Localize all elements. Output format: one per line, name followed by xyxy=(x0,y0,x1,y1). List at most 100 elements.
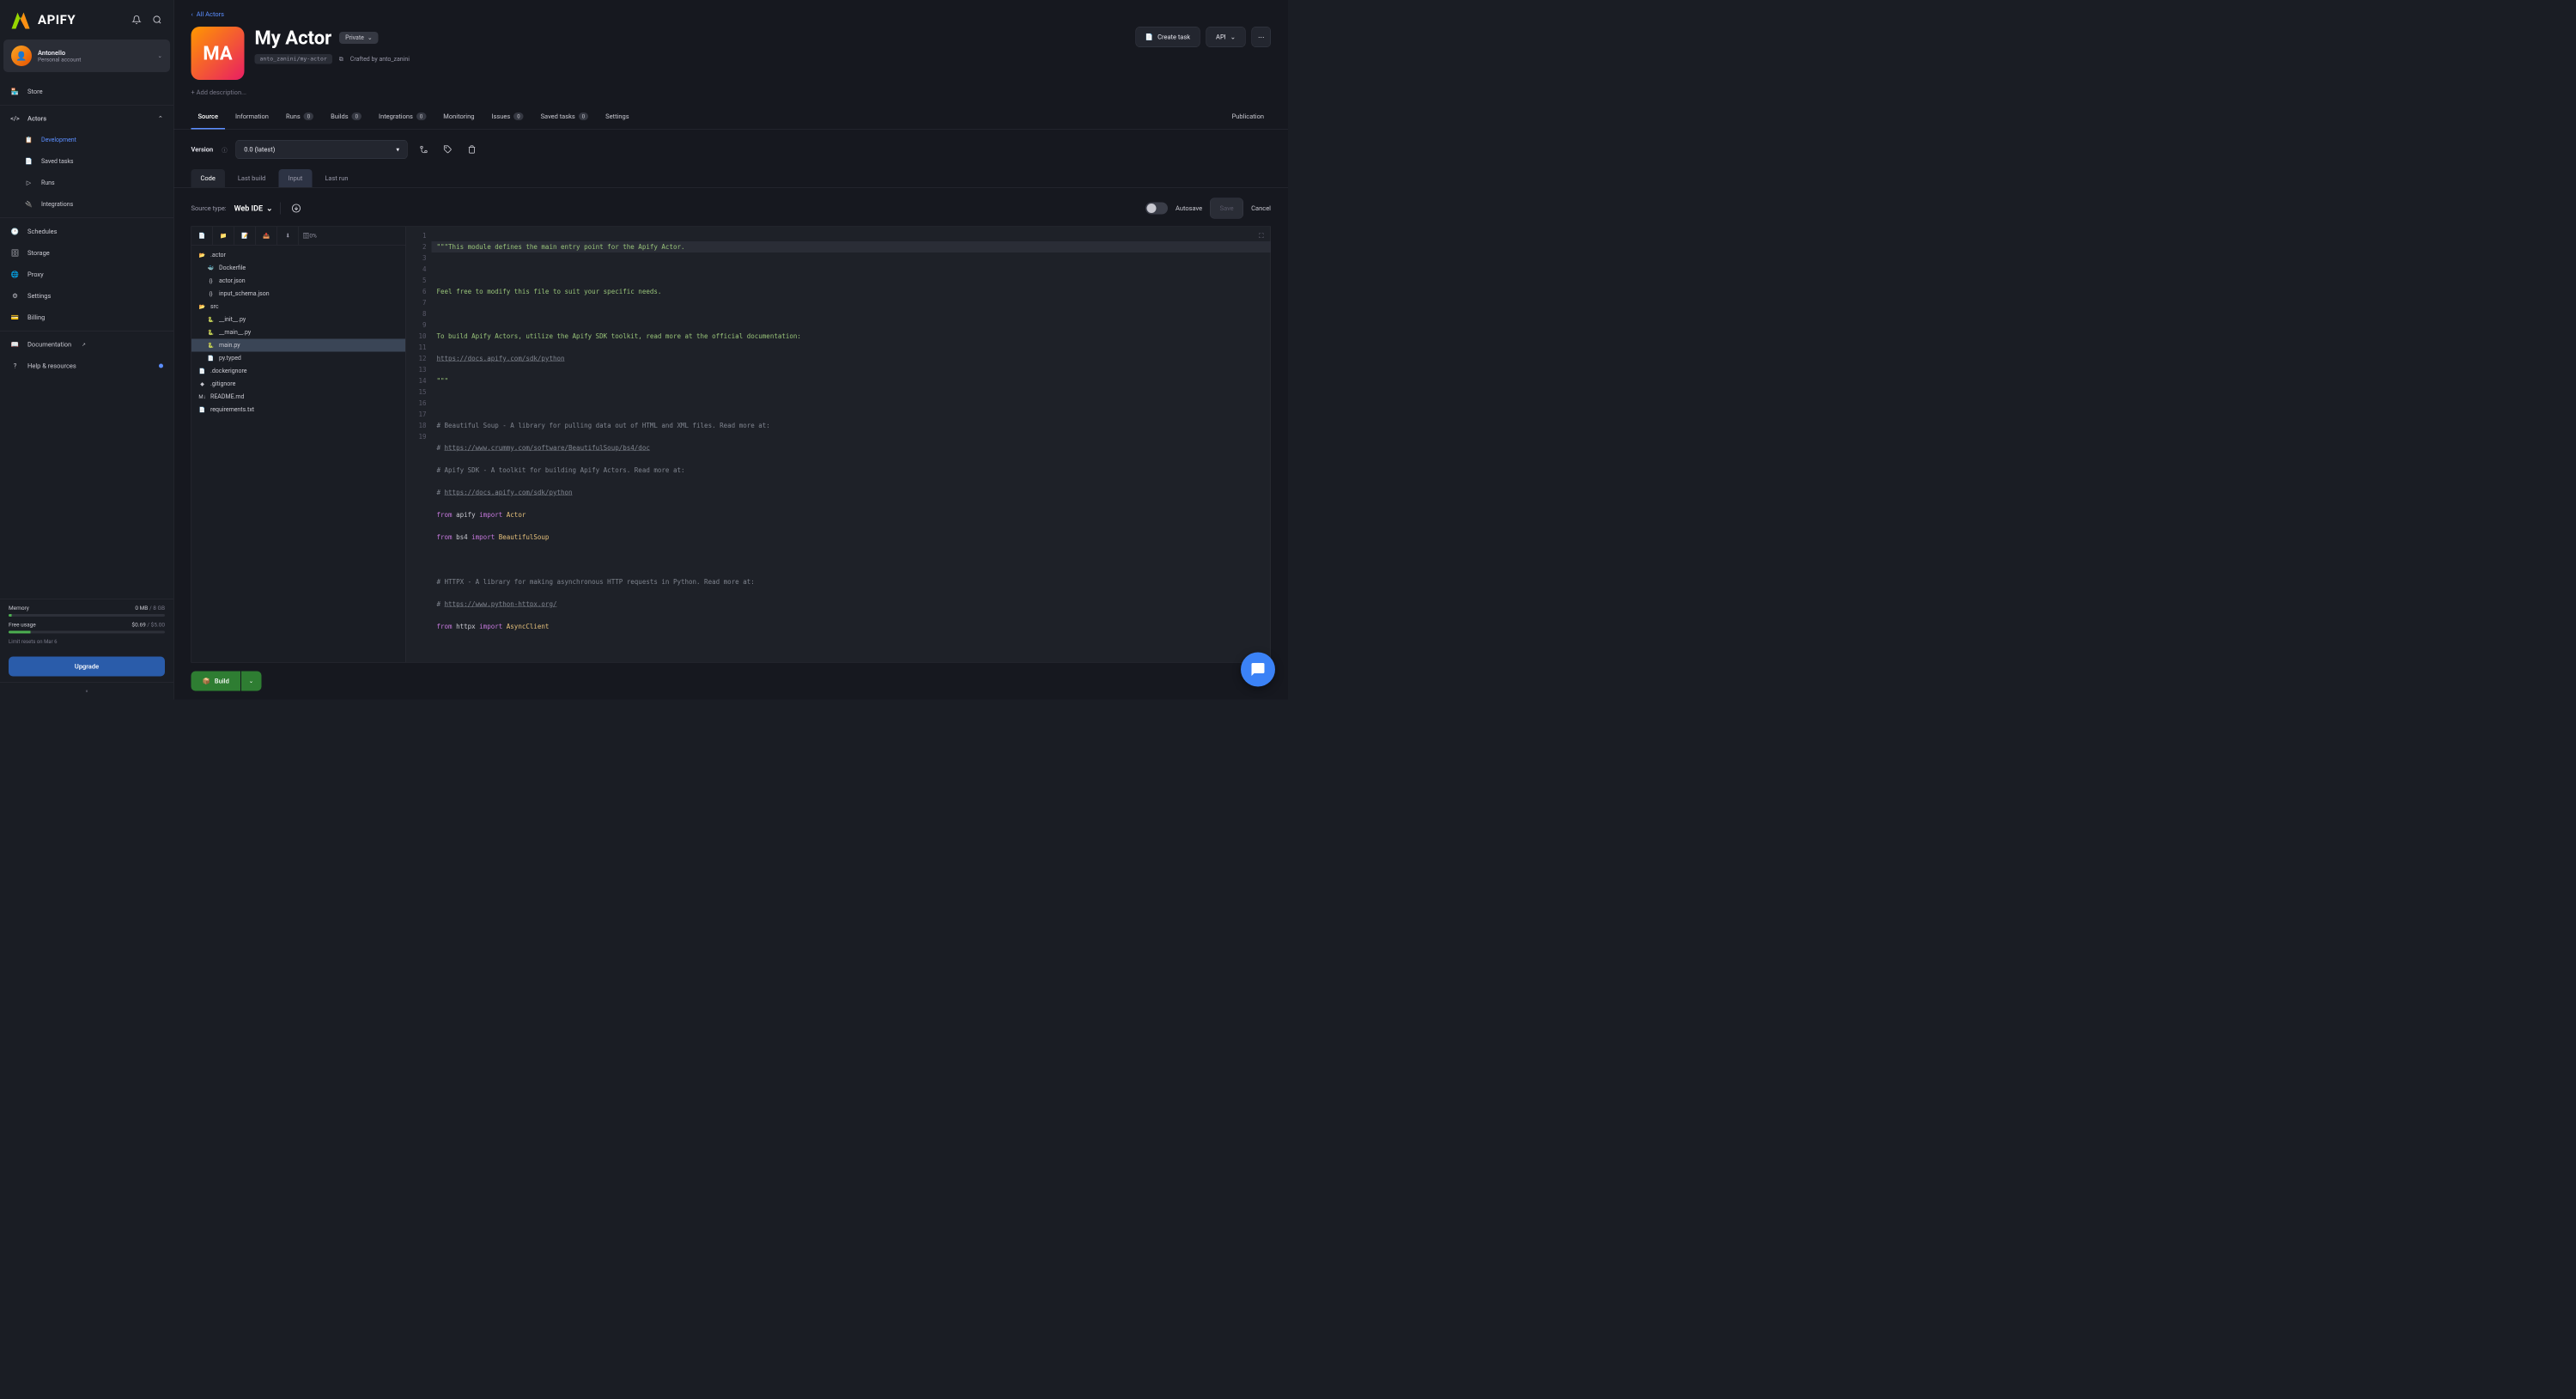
tab-integrations[interactable]: Integrations0 xyxy=(372,105,433,130)
python-icon: 🐍 xyxy=(207,316,215,324)
file-typed[interactable]: 📄py.typed xyxy=(191,352,405,365)
expand-icon[interactable]: ⛶ xyxy=(1259,232,1263,240)
nav-proxy[interactable]: 🌐Proxy xyxy=(0,264,173,285)
download-file-icon[interactable]: ⬇ xyxy=(277,227,299,245)
nav-integrations[interactable]: 🔌Integrations xyxy=(0,194,173,216)
store-icon: 🏪 xyxy=(10,87,20,96)
download-icon[interactable] xyxy=(289,201,304,216)
search-icon[interactable] xyxy=(149,12,165,27)
chat-bubble[interactable] xyxy=(1241,653,1275,687)
chevron-left-icon: ‹ xyxy=(191,10,193,18)
actor-title: My Actor xyxy=(255,27,332,49)
tabs: Source Information Runs0 Builds0 Integra… xyxy=(174,105,1289,130)
cancel-button[interactable]: Cancel xyxy=(1251,204,1271,212)
new-file-icon[interactable]: 📄 xyxy=(191,227,213,245)
tab-settings[interactable]: Settings xyxy=(598,105,635,130)
version-bar: Version ⓘ 0.0 (latest)▾ xyxy=(174,130,1289,169)
file-init[interactable]: 🐍__init__.py xyxy=(191,313,405,326)
actor-slug: anto_zanini/my-actor xyxy=(255,54,332,64)
tab-monitoring[interactable]: Monitoring xyxy=(436,105,481,130)
tag-icon[interactable] xyxy=(440,142,456,157)
source-type-select[interactable]: Web IDE ⌄ xyxy=(234,204,273,213)
file-panel: 📄 📁 📝 📤 ⬇ 🗄 0% 📂.actor 🐳Dockerfile {}act… xyxy=(191,227,406,663)
file-main2[interactable]: 🐍__main__.py xyxy=(191,326,405,339)
folder-src[interactable]: 📂src xyxy=(191,301,405,313)
file-gitignore[interactable]: ◆.gitignore xyxy=(191,378,405,391)
nav-store[interactable]: 🏪Store xyxy=(0,81,173,102)
nav-actors[interactable]: </>Actors⌃ xyxy=(0,108,173,130)
help-icon[interactable]: ⓘ xyxy=(222,145,228,154)
dots-icon: ⋯ xyxy=(1258,33,1265,41)
tab-issues[interactable]: Issues0 xyxy=(484,105,530,130)
nav-settings[interactable]: ⚙Settings xyxy=(0,285,173,307)
copy-icon[interactable]: ⧉ xyxy=(339,56,343,63)
python-icon: 🐍 xyxy=(207,329,215,337)
build-button[interactable]: 📦Build xyxy=(191,672,240,691)
tab-publication[interactable]: Publication xyxy=(1225,105,1271,130)
avatar: 👤 xyxy=(11,46,32,66)
tab-source[interactable]: Source xyxy=(191,105,225,130)
clock-icon: 🕐 xyxy=(10,227,20,236)
save-button[interactable]: Save xyxy=(1210,198,1243,219)
nav-docs[interactable]: 📖Documentation↗ xyxy=(0,334,173,356)
sidebar-header: APIFY xyxy=(0,0,173,40)
tab-runs[interactable]: Runs0 xyxy=(279,105,320,130)
file-tree: 📂.actor 🐳Dockerfile {}actor.json {}input… xyxy=(191,246,406,663)
file-input-schema[interactable]: {}input_schema.json xyxy=(191,288,405,301)
autosave-label: Autosave xyxy=(1176,204,1202,212)
source-type-label: Source type: xyxy=(191,204,227,212)
nav-storage[interactable]: 🗄Storage xyxy=(0,242,173,264)
tab-information[interactable]: Information xyxy=(228,105,276,130)
file-readme[interactable]: M↓README.md xyxy=(191,391,405,404)
file-actor-json[interactable]: {}actor.json xyxy=(191,275,405,288)
subtab-input[interactable]: Input xyxy=(278,169,312,187)
autosave-toggle[interactable] xyxy=(1145,203,1168,215)
nav-development[interactable]: 📋Development xyxy=(0,130,173,151)
add-description[interactable]: + Add description... xyxy=(174,88,1289,105)
file-icon: 📄 xyxy=(198,406,206,414)
new-folder-icon[interactable]: 📁 xyxy=(213,227,234,245)
git-icon: ◆ xyxy=(198,380,206,388)
nav-saved-tasks[interactable]: 📄Saved tasks xyxy=(0,151,173,173)
nav-help[interactable]: ?Help & resources xyxy=(0,356,173,377)
bell-icon[interactable] xyxy=(129,12,144,27)
file-dockerignore[interactable]: 📄.dockerignore xyxy=(191,365,405,378)
collapse-sidebar-button[interactable]: « xyxy=(0,683,173,700)
main: ‹All Actors MA My Actor Private ⌄ anto_z… xyxy=(174,0,1289,700)
file-main[interactable]: 🐍main.py xyxy=(191,339,405,352)
version-select[interactable]: 0.0 (latest)▾ xyxy=(236,140,408,159)
account-switcher[interactable]: 👤 Antonello Personal account ⌄ xyxy=(3,40,170,72)
breadcrumb-back[interactable]: ‹All Actors xyxy=(191,10,225,18)
code-editor[interactable]: 12345678910111213141516171819 """This mo… xyxy=(406,227,1272,663)
create-task-button[interactable]: 📄Create task xyxy=(1135,27,1200,47)
branch-icon[interactable] xyxy=(416,142,432,157)
help-icon: ? xyxy=(10,362,20,371)
subtab-last-build[interactable]: Last build xyxy=(228,169,276,187)
rename-icon[interactable]: 📝 xyxy=(234,227,256,245)
chevron-down-icon: ⌄ xyxy=(1230,33,1236,41)
external-link-icon: ↗ xyxy=(82,342,86,348)
file-requirements[interactable]: 📄requirements.txt xyxy=(191,404,405,417)
file-dockerfile[interactable]: 🐳Dockerfile xyxy=(191,262,405,275)
subtab-last-run[interactable]: Last run xyxy=(315,169,357,187)
api-button[interactable]: API⌄ xyxy=(1206,27,1246,47)
upgrade-button[interactable]: Upgrade xyxy=(9,657,165,677)
tab-builds[interactable]: Builds0 xyxy=(324,105,368,130)
privacy-badge[interactable]: Private ⌄ xyxy=(339,32,379,44)
logo[interactable]: APIFY xyxy=(9,8,76,32)
file-icon: 📄 xyxy=(198,368,206,375)
version-label: Version xyxy=(191,146,214,154)
build-dropdown[interactable]: ⌄ xyxy=(241,672,261,691)
trash-icon[interactable] xyxy=(465,142,480,157)
folder-actor[interactable]: 📂.actor xyxy=(191,249,405,262)
subtab-code[interactable]: Code xyxy=(191,169,225,187)
nav-billing[interactable]: 💳Billing xyxy=(0,307,173,328)
chevron-up-icon: ⌃ xyxy=(158,115,163,123)
account-name: Antonello xyxy=(38,49,152,57)
tab-saved-tasks[interactable]: Saved tasks0 xyxy=(534,105,596,130)
more-button[interactable]: ⋯ xyxy=(1252,27,1272,47)
nav-schedules[interactable]: 🕐Schedules xyxy=(0,221,173,242)
nav-runs[interactable]: ▷Runs xyxy=(0,173,173,194)
upload-icon[interactable]: 📤 xyxy=(256,227,277,245)
code-content: """This module defines the main entry po… xyxy=(432,227,1271,662)
